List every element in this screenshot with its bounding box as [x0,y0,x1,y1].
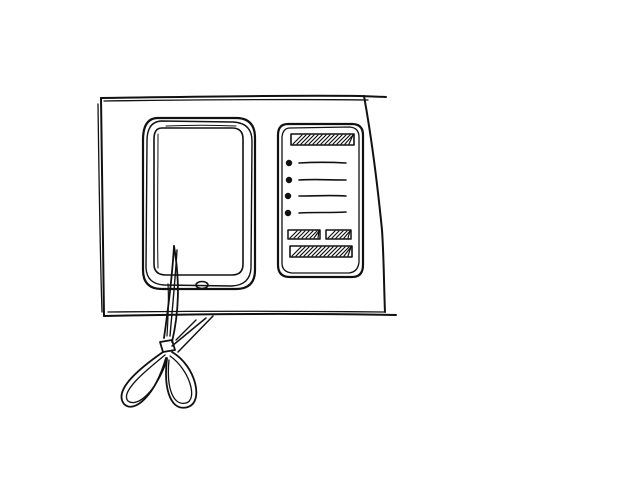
bullet-dot [284,192,292,200]
hatch-stroke [320,134,331,145]
hatch-stroke [328,134,339,145]
hatch-stroke [304,134,315,145]
hatch-stroke [307,246,318,257]
hatch-stroke [292,134,303,145]
hatch-stroke [327,246,338,257]
hatch-stroke [316,134,327,145]
hatch-stroke [336,134,347,145]
list-item [285,176,347,184]
hatch-stroke [331,230,340,239]
list-item [284,209,347,217]
button-row [287,229,352,240]
hatch-stroke [331,246,342,257]
hatch-stroke [297,230,306,239]
hatch-stroke [312,134,323,145]
hatch-stroke [291,246,302,257]
hatch-stroke [311,246,322,257]
hatch-stroke [319,246,330,257]
sketch-canvas [97,94,397,409]
list-item [285,159,347,167]
phone-screen [153,124,244,276]
list-item [284,192,347,200]
bullet-dot [285,159,293,167]
hatch-stroke [327,230,336,239]
hatch-stroke [335,246,346,257]
text-line [298,211,347,214]
card-footer-bar [289,245,353,258]
bullet-dot [284,209,292,217]
hatch-stroke [339,230,348,239]
hatch-stroke [315,246,326,257]
text-line [298,161,347,164]
hatch-stroke [323,246,334,257]
hatch-stroke [289,230,298,239]
hatch-stroke [308,134,319,145]
hatch-stroke [335,230,344,239]
hatch-stroke [305,230,314,239]
hatch-stroke [299,246,310,257]
hatch-stroke [332,134,343,145]
bullet-dot [285,176,293,184]
phone-outline [141,116,257,291]
hatch-stroke [296,134,307,145]
scissors-icon [120,245,214,409]
right-button [325,229,352,240]
hatch-stroke [324,134,335,145]
bullet-list [284,159,347,217]
hatch-stroke [300,134,311,145]
left-button [287,229,321,240]
card-title-bar [290,133,355,146]
hatch-stroke [303,246,314,257]
hatch-stroke [301,230,310,239]
hatch-stroke [295,246,306,257]
hatch-stroke [293,230,302,239]
